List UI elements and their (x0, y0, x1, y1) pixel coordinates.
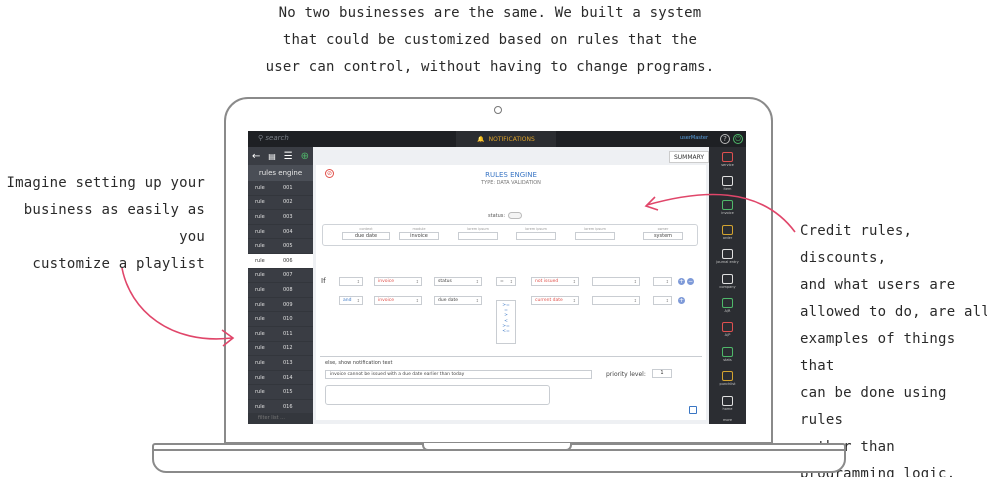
right-arrow (646, 193, 796, 233)
left-arrow (121, 267, 233, 340)
annotation-arrows (121, 193, 796, 347)
